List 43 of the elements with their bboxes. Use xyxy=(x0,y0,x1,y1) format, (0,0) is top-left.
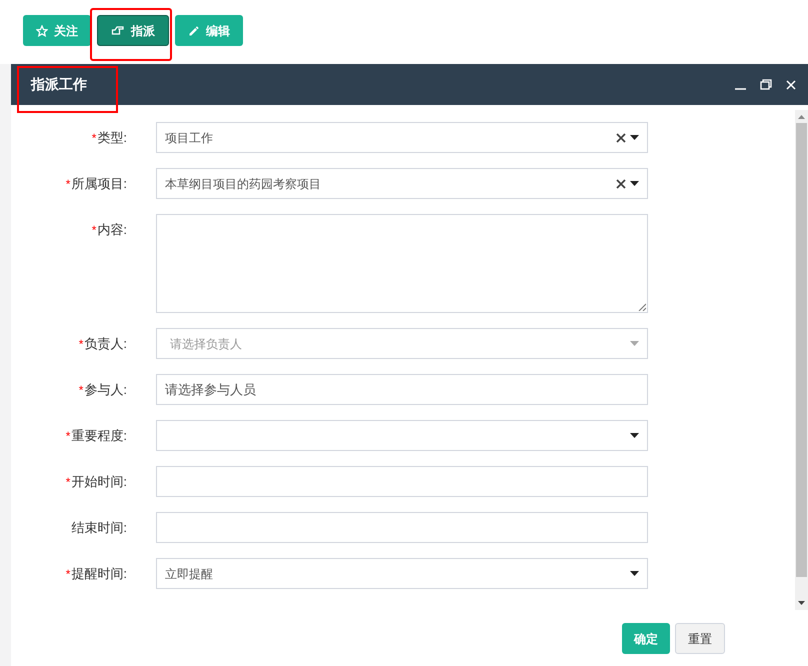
field-label: 所属项目: xyxy=(71,174,127,193)
pencil-icon xyxy=(188,24,200,36)
scroll-down-icon[interactable] xyxy=(798,601,805,605)
required-mark: * xyxy=(66,566,70,582)
field-label: 提醒时间: xyxy=(71,564,127,583)
scrollbar[interactable] xyxy=(795,110,808,610)
field-label: 类型: xyxy=(97,128,127,147)
resize-handle-icon xyxy=(638,303,646,311)
select-field[interactable]: 立即提醒 xyxy=(156,558,648,589)
text-field[interactable] xyxy=(156,512,648,543)
scroll-up-icon[interactable] xyxy=(798,115,805,119)
reset-button[interactable]: 重置 xyxy=(675,623,725,654)
select-field[interactable] xyxy=(156,420,648,451)
field-label: 内容: xyxy=(97,220,127,239)
select-field[interactable]: 项目工作 xyxy=(156,122,648,153)
required-mark: * xyxy=(66,474,70,490)
required-mark: * xyxy=(78,336,84,352)
toolbar-button[interactable]: 指派 xyxy=(97,15,169,46)
required-mark: * xyxy=(66,428,70,444)
field-label: 重要程度: xyxy=(71,426,127,445)
field-label: 参与人: xyxy=(84,380,127,399)
required-mark: * xyxy=(78,382,84,398)
text-field[interactable]: 请选择参与人员 xyxy=(156,374,648,405)
required-mark: * xyxy=(92,130,96,146)
required-mark: * xyxy=(66,176,70,192)
close-icon[interactable] xyxy=(786,80,796,90)
select-value: 本草纲目项目的药园考察项目 xyxy=(165,176,322,192)
field-label: 结束时间: xyxy=(71,518,127,537)
required-mark: * xyxy=(92,222,96,238)
clear-icon[interactable] xyxy=(616,178,626,188)
text-field[interactable] xyxy=(156,466,648,497)
select-field[interactable]: 本草纲目项目的药园考察项目 xyxy=(156,168,648,199)
field-label: 负责人: xyxy=(84,334,127,353)
select-placeholder: 请选择负责人 xyxy=(170,336,243,352)
dialog-title: 指派工作 xyxy=(31,75,88,94)
clear-icon[interactable] xyxy=(616,132,626,142)
field-label: 开始时间: xyxy=(71,472,127,491)
pointing-hand-icon xyxy=(111,24,125,36)
scrollbar-thumb[interactable] xyxy=(796,123,807,577)
star-icon xyxy=(36,24,48,36)
select-value: 立即提醒 xyxy=(165,566,214,582)
maximize-icon[interactable] xyxy=(760,79,772,90)
select-value: 项目工作 xyxy=(165,130,214,146)
